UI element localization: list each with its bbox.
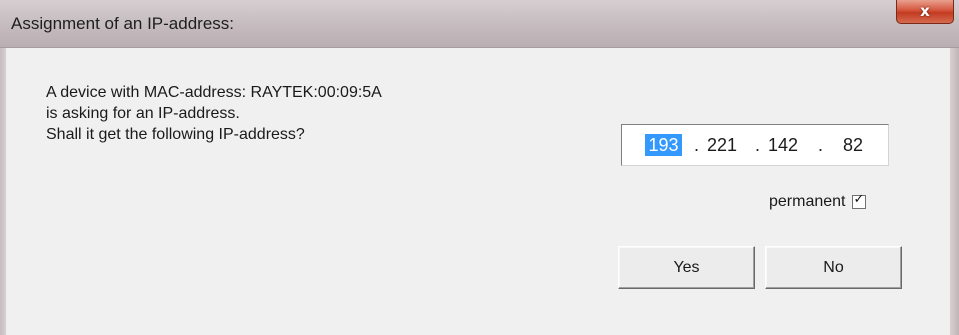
ip-separator-3: . <box>818 135 824 155</box>
window-right-border <box>950 48 959 335</box>
window-title: Assignment of an IP-address: <box>11 14 235 33</box>
no-button[interactable]: No <box>765 246 902 289</box>
message-line-request: is asking for an IP-address. <box>46 105 240 122</box>
ip-octet-1[interactable]: 193 <box>645 134 682 156</box>
message-text: A device with MAC-address: RAYTEK:00:09:… <box>46 82 382 145</box>
permanent-label: permanent <box>769 193 846 210</box>
yes-button[interactable]: Yes <box>618 246 755 289</box>
ip-octet-3[interactable]: 142 <box>765 134 801 156</box>
message-line-mac: A device with MAC-address: RAYTEK:00:09:… <box>46 84 382 101</box>
ip-octet-4[interactable]: 82 <box>835 134 871 156</box>
permanent-option[interactable]: permanent ✓ <box>769 191 866 213</box>
ip-assignment-dialog: Assignment of an IP-address: x A device … <box>0 0 959 335</box>
message-line-question: Shall it get the following IP-address? <box>46 126 305 143</box>
ip-separator-1: . <box>694 135 700 155</box>
permanent-checkbox[interactable]: ✓ <box>851 192 866 209</box>
checkmark-icon: ✓ <box>853 192 865 207</box>
ip-octet-2[interactable]: 221 <box>704 134 740 156</box>
ip-address-field[interactable]: 193 . 221 . 142 . 82 <box>621 124 889 166</box>
title-bar[interactable]: Assignment of an IP-address: x <box>0 0 959 48</box>
ip-separator-2: . <box>755 135 761 155</box>
close-button[interactable]: x <box>896 0 954 24</box>
close-icon: x <box>920 2 930 20</box>
window-left-border <box>0 48 6 335</box>
